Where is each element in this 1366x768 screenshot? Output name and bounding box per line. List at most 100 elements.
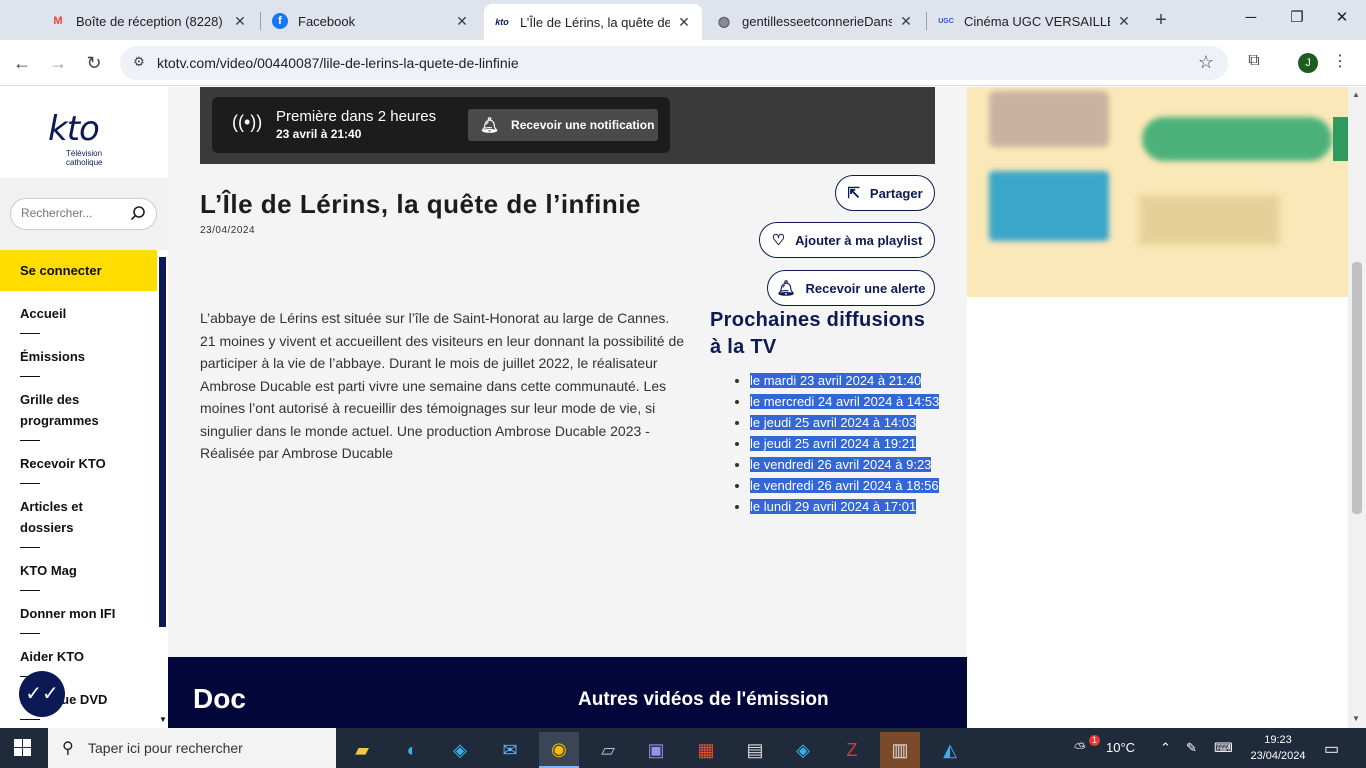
store-icon[interactable]: ▦ <box>686 732 726 768</box>
system-clock[interactable]: 19:23 23/04/2024 <box>1246 732 1310 764</box>
tab-separator <box>926 12 927 30</box>
scroll-down-arrow-icon[interactable]: ▼ <box>1352 714 1360 723</box>
app-cube-icon[interactable]: ◈ <box>440 732 480 768</box>
close-icon[interactable]: ✕ <box>232 13 248 30</box>
ad-text <box>1139 195 1279 245</box>
search-area <box>0 178 168 250</box>
facebook-icon: f <box>272 13 288 29</box>
share-button[interactable]: ⇱ Partager <box>835 175 935 211</box>
list-item: le vendredi 26 avril 2024 à 18:56 <box>750 475 940 496</box>
checkmarks-badge-icon[interactable]: ✓✓ <box>19 671 65 717</box>
alert-button[interactable]: 🔔︎ Recevoir une alerte <box>767 270 935 306</box>
windows-taskbar: ⚲ Taper ici pour rechercher ▰ ◐ ◈ ✉ ◉ ▱ … <box>0 728 1366 768</box>
forward-arrow-icon[interactable]: → <box>47 52 69 74</box>
list-item: le jeudi 25 avril 2024 à 14:03 <box>750 412 940 433</box>
search-icon[interactable] <box>130 205 148 223</box>
weather-icon[interactable]: ⛅︎ <box>1074 740 1086 757</box>
scroll-down-arrow-icon[interactable]: ▼ <box>159 715 167 724</box>
url-text[interactable]: ktotv.com/video/00440087/lile-de-lerins-… <box>157 55 519 71</box>
site-info-icon[interactable]: ⚙ <box>130 54 148 72</box>
notification-center-icon[interactable]: ▭ <box>1324 739 1339 759</box>
app-cube-2-icon[interactable]: ◈ <box>783 732 823 768</box>
nav-item-articles[interactable]: Articles et dossiers <box>0 484 157 548</box>
bell-outline-icon: 🔔︎ <box>776 280 796 297</box>
scrollbar-thumb[interactable] <box>1352 262 1362 514</box>
close-icon[interactable]: ✕ <box>898 13 914 30</box>
chevron-up-icon[interactable]: ⌃ <box>1160 740 1171 756</box>
pen-icon[interactable]: ✎ <box>1186 740 1197 756</box>
globe-icon: ◍ <box>717 12 731 29</box>
reload-icon[interactable]: ↻ <box>83 52 105 74</box>
nav-item-ktomag[interactable]: KTO Mag <box>0 548 157 591</box>
mail-icon[interactable]: ✉ <box>490 732 530 768</box>
tab-gentillesse[interactable]: ◍ gentillesseetconnerieDansG ✕ <box>706 6 924 36</box>
media-app-icon[interactable]: ▣ <box>636 732 676 768</box>
tab-title: Boîte de réception (8228) - <box>76 13 226 29</box>
add-playlist-button[interactable]: ♡ Ajouter à ma playlist <box>759 222 935 258</box>
notification-button[interactable]: 🔔︎ Recevoir une notification <box>468 109 658 141</box>
broadcast-date: le jeudi 25 avril 2024 à 14:03 <box>750 415 917 430</box>
nav-item-recevoir[interactable]: Recevoir KTO <box>0 441 157 484</box>
nav-item-accueil[interactable]: Accueil <box>0 291 157 334</box>
keyboard-icon[interactable]: ⌨ <box>1214 740 1233 756</box>
video-player[interactable]: ((•)) Première dans 2 heures 23 avril à … <box>200 87 935 164</box>
profile-avatar[interactable]: J <box>1298 53 1318 73</box>
category-label[interactable]: Doc <box>193 683 246 715</box>
list-item: le mardi 23 avril 2024 à 21:40 <box>750 370 940 391</box>
ad-edge <box>1333 117 1348 161</box>
nav-item-aider[interactable]: Aider KTO <box>0 634 157 677</box>
page-scrollbar[interactable]: ▲ ▼ <box>1348 87 1366 728</box>
document-app-icon[interactable]: ▤ <box>735 732 775 768</box>
tab-title: Cinéma UGC VERSAILLES U <box>964 13 1110 29</box>
gmail-icon: M <box>53 15 63 27</box>
minimize-icon[interactable]: ─ <box>1241 8 1261 28</box>
tab-ugc[interactable]: UGC Cinéma UGC VERSAILLES U ✕ <box>928 6 1142 36</box>
playlist-label: Ajouter à ma playlist <box>795 232 923 248</box>
tab-kto-active[interactable]: kto L’Île de Lérins, la quête de l ✕ <box>484 4 702 40</box>
advertisement-panel[interactable] <box>967 87 1348 297</box>
heart-icon: ♡ <box>771 232 786 249</box>
extensions-puzzle-icon[interactable]: ⧉ <box>1244 52 1264 72</box>
chrome-icon[interactable]: ◉ <box>539 732 579 768</box>
list-item: le mercredi 24 avril 2024 à 14:53 <box>750 391 940 412</box>
nav-item-grille[interactable]: Grille des programmes <box>0 377 157 441</box>
nav-item-emissions[interactable]: Émissions <box>0 334 157 377</box>
close-icon[interactable]: ✕ <box>1116 13 1132 30</box>
window-close-icon[interactable]: ✕ <box>1332 8 1352 28</box>
kto-logo[interactable]: kto Télévision catholique <box>48 109 102 167</box>
photos-icon[interactable]: ◭ <box>930 732 970 768</box>
temperature[interactable]: 10°C <box>1106 740 1135 755</box>
bookmark-star-icon[interactable]: ☆ <box>1198 52 1214 73</box>
broadcast-date: le vendredi 26 avril 2024 à 9:23 <box>750 457 932 472</box>
edge-icon[interactable]: ◐ <box>392 732 432 768</box>
sidebar-scrollbar[interactable] <box>159 257 166 627</box>
new-tab-plus-icon[interactable]: + <box>1151 10 1171 30</box>
scroll-up-arrow-icon[interactable]: ▲ <box>1352 90 1360 99</box>
clock-time: 19:23 <box>1264 734 1292 746</box>
bell-icon: 🔔︎ <box>480 117 500 134</box>
address-bar[interactable]: ⚙ ktotv.com/video/00440087/lile-de-lerin… <box>120 46 1228 80</box>
login-button[interactable]: Se connecter <box>0 250 157 291</box>
tab-gmail[interactable]: M Boîte de réception (8228) - ✕ <box>40 6 258 36</box>
ad-cta[interactable] <box>1142 117 1332 161</box>
file-explorer-icon[interactable]: ▰ <box>342 732 382 768</box>
search-box <box>10 198 157 230</box>
tab-title: Facebook <box>298 13 356 29</box>
close-icon[interactable]: ✕ <box>454 13 470 30</box>
tab-facebook[interactable]: f Facebook ✕ <box>262 6 480 36</box>
windows-start-icon[interactable] <box>14 739 32 757</box>
notepad-icon[interactable]: ▱ <box>588 732 628 768</box>
filezilla-icon[interactable]: Z <box>832 732 872 768</box>
browser-toolbar: ← → ↻ ⚙ ktotv.com/video/00440087/lile-de… <box>0 40 1366 86</box>
calculator-icon[interactable]: ▥ <box>880 732 920 768</box>
premiere-date: 23 avril à 21:40 <box>276 127 362 141</box>
back-arrow-icon[interactable]: ← <box>11 52 33 74</box>
premiere-title: Première dans 2 heures <box>276 108 437 125</box>
taskbar-search[interactable]: ⚲ Taper ici pour rechercher <box>48 728 336 768</box>
nav-item-ifi[interactable]: Donner mon IFI <box>0 591 157 634</box>
search-input[interactable] <box>21 206 126 220</box>
kebab-menu-icon[interactable]: ⋮ <box>1332 52 1348 72</box>
close-icon[interactable]: ✕ <box>676 14 692 31</box>
restore-icon[interactable]: ❐ <box>1287 8 1307 28</box>
ad-image <box>989 171 1109 241</box>
